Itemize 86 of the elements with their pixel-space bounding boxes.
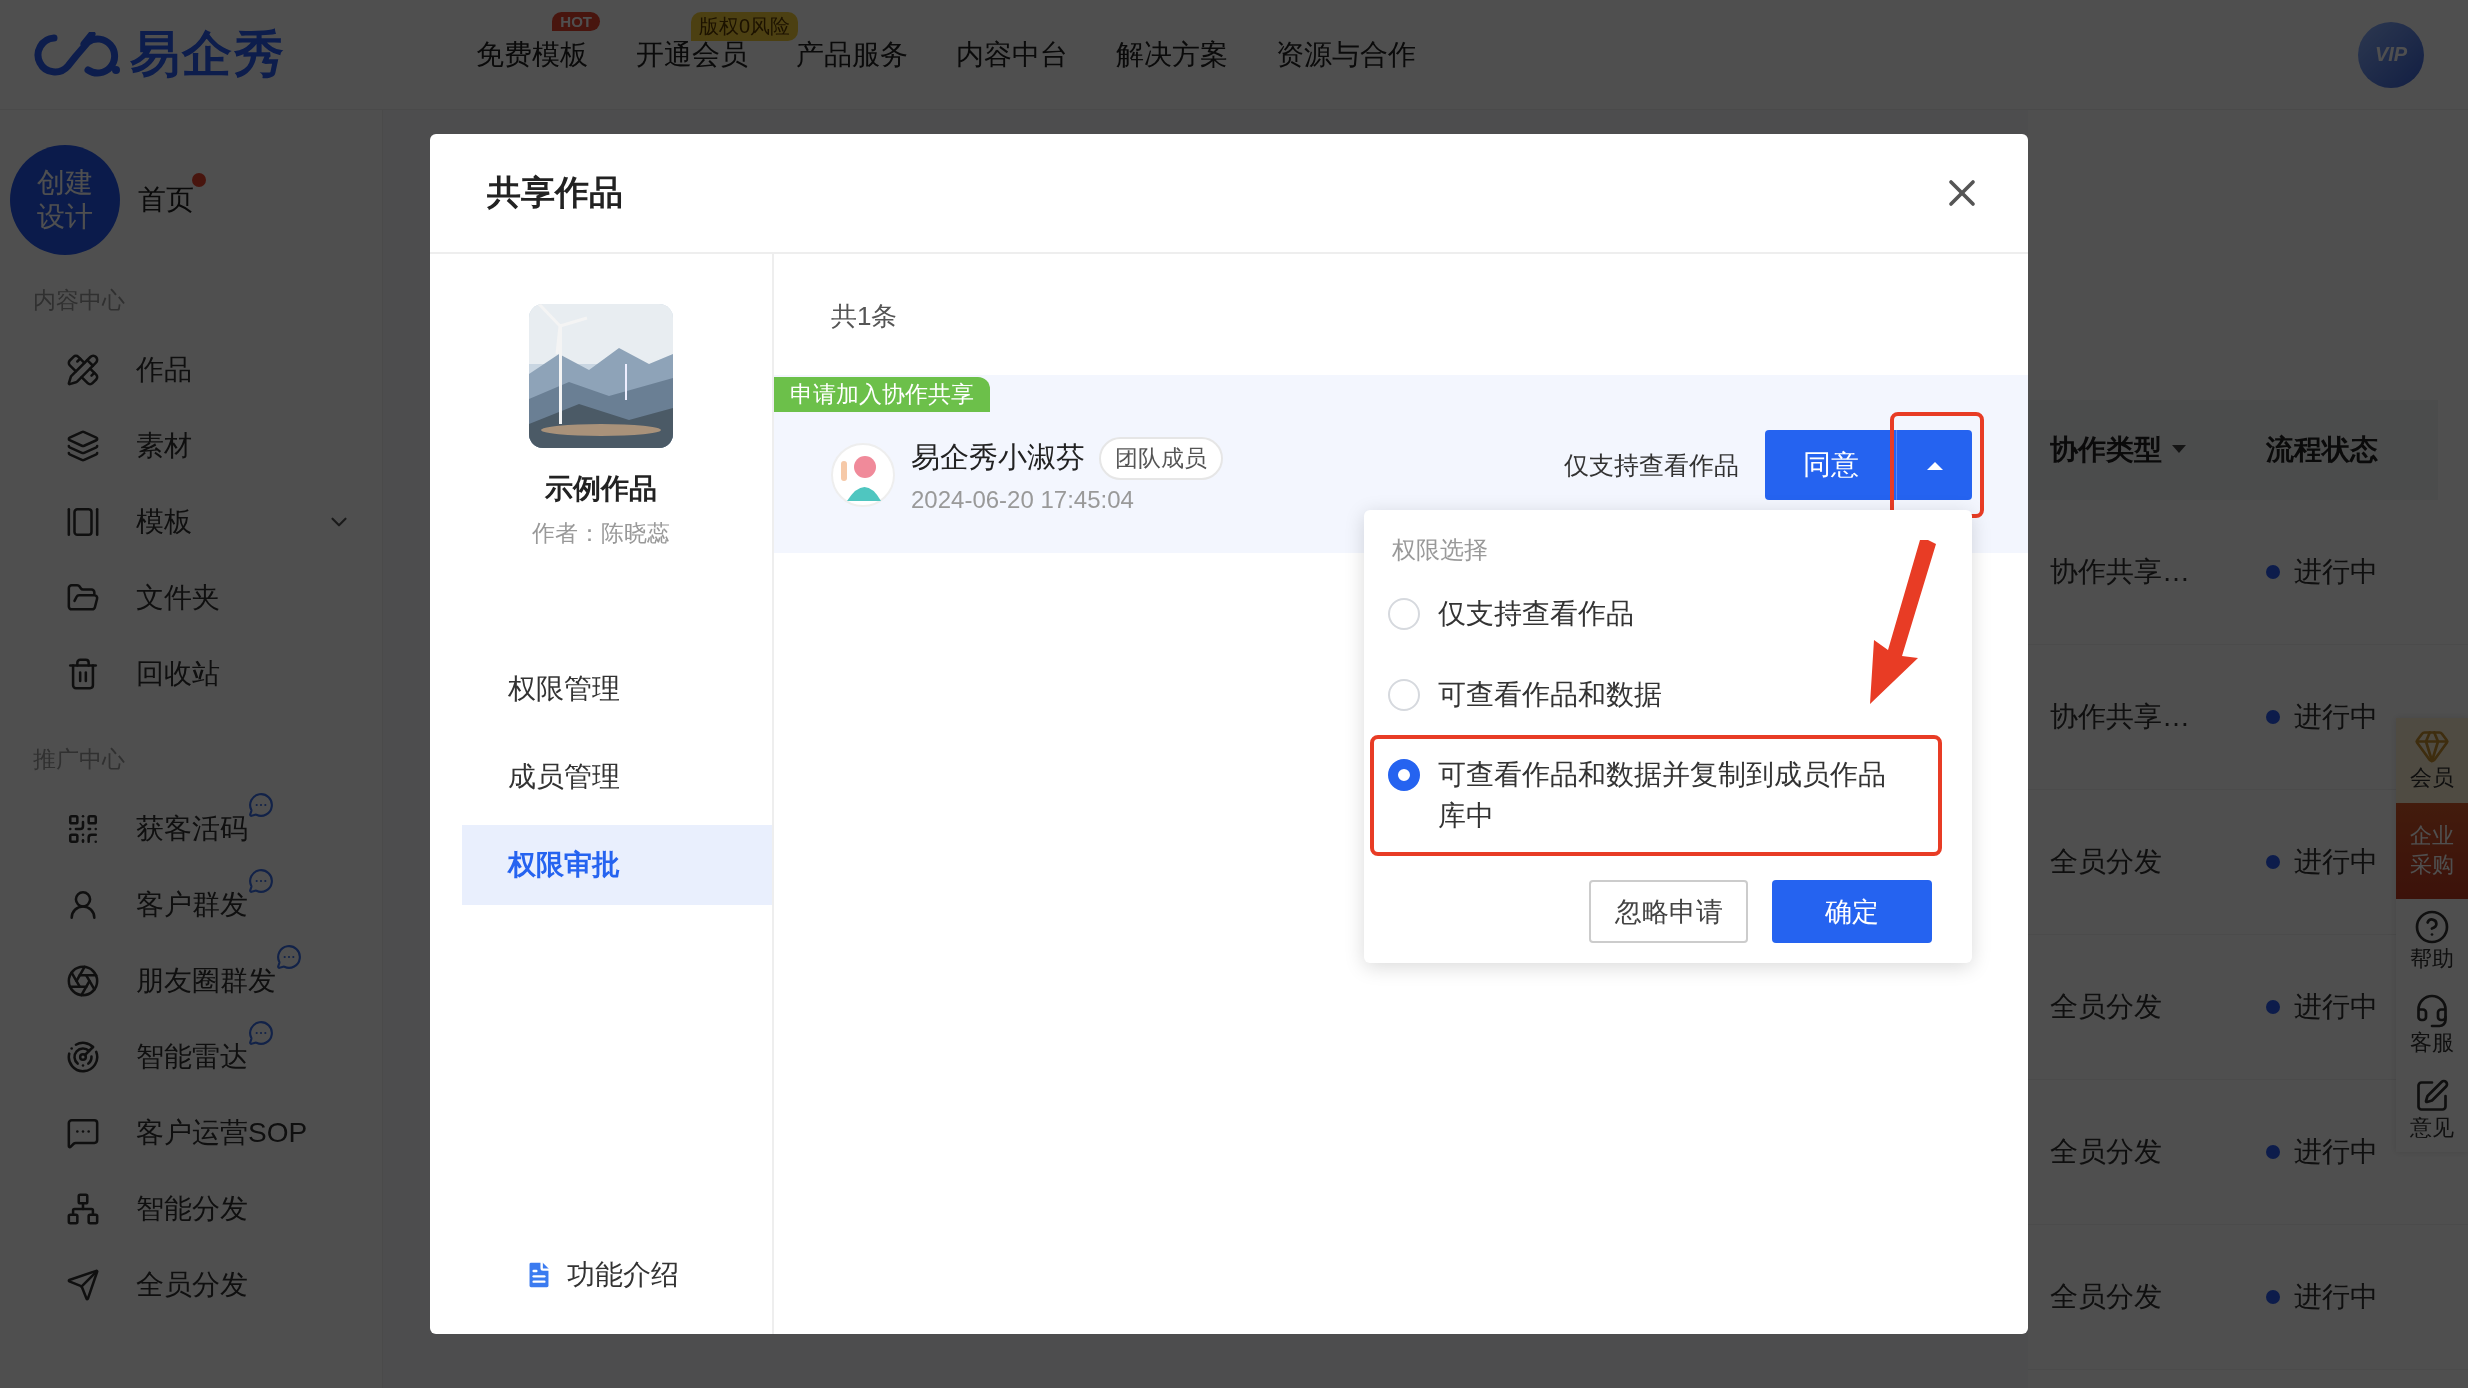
trash-icon	[66, 657, 100, 691]
feature-intro-link[interactable]: 功能介绍	[523, 1256, 679, 1294]
sidebar-item[interactable]: 获客活码	[0, 791, 382, 867]
send-icon	[66, 1268, 100, 1302]
confirm-button[interactable]: 确定	[1772, 880, 1932, 944]
status-dot	[2266, 710, 2280, 724]
dropdown-button[interactable]	[1896, 430, 1972, 500]
author-text: 作者：陈晓蕊	[532, 519, 670, 548]
table-cell-text: 全员分发	[2050, 1280, 2162, 1314]
home-link[interactable]: 首页	[138, 184, 194, 215]
nav-item[interactable]: 资源与合作	[1276, 38, 1416, 70]
sidebar-item[interactable]: 客户群发	[0, 867, 382, 943]
edit-icon	[2414, 1077, 2450, 1114]
toolbar-button[interactable]: 企业 采购	[2396, 802, 2468, 899]
radar-icon	[66, 1040, 100, 1074]
toolbar-button[interactable]: 帮助	[2396, 898, 2468, 984]
radio-button[interactable]	[1388, 759, 1420, 792]
dialog-tab[interactable]: 权限管理	[462, 649, 772, 729]
diamond-icon	[2414, 728, 2450, 764]
nav-item[interactable]: 开通会员	[636, 38, 748, 70]
headset-icon	[2414, 993, 2450, 1030]
status-dot	[2266, 855, 2280, 869]
aperture-icon	[66, 964, 100, 998]
nav-item[interactable]: 内容中台	[956, 38, 1068, 70]
sidebar-item[interactable]: 智能分发	[0, 1171, 382, 1247]
status-text: 进行中	[2294, 555, 2378, 589]
toolbar-button[interactable]: 意见	[2396, 1067, 2468, 1153]
toolbar-button[interactable]: 客服	[2396, 983, 2468, 1068]
status-dot	[2266, 1145, 2280, 1159]
permission-text: 仅支持查看作品	[1564, 449, 1739, 481]
status-text: 进行中	[2294, 1135, 2378, 1169]
sidebar-item[interactable]: 客户运营SOP	[0, 1095, 382, 1171]
table-cell-text: 全员分发	[2050, 990, 2162, 1024]
dialog-tab[interactable]: 权限审批	[462, 825, 772, 905]
status-text: 进行中	[2294, 700, 2378, 734]
table-cell-text: 全员分发	[2050, 1135, 2162, 1169]
menu-title: 权限选择	[1391, 535, 1489, 565]
status-dot	[2266, 1000, 2280, 1014]
radio-option[interactable]: 仅支持查看作品	[1370, 574, 1942, 655]
avatar	[831, 443, 895, 507]
chat-icon	[66, 1116, 100, 1150]
request-time: 2024-06-20 17:45:04	[911, 485, 1135, 514]
dialog-title: 共享作品	[487, 172, 623, 213]
layers-icon	[66, 429, 100, 463]
sidebar-item[interactable]: 文件夹	[0, 560, 382, 636]
pencil-ruler-icon	[66, 353, 100, 387]
qr-code-icon	[66, 812, 100, 846]
nav-badge: HOT	[552, 11, 600, 31]
sidebar-item[interactable]: 素材	[0, 408, 382, 484]
radio-option[interactable]: 可查看作品和数据并复制到成员作品库中	[1370, 735, 1942, 857]
logo-text: 易企秀	[130, 25, 286, 84]
status-dot	[2266, 565, 2280, 579]
nav-item[interactable]: 产品服务	[796, 38, 908, 70]
work-title: 示例作品	[545, 472, 657, 506]
create-button[interactable]: 创建 设计	[10, 145, 120, 255]
column-header[interactable]: 协作类型	[2050, 431, 2162, 469]
toolbar-button[interactable]: 会员	[2396, 718, 2468, 803]
sidebar-item[interactable]: 全员分发	[0, 1247, 382, 1323]
status-dot	[2266, 1290, 2280, 1304]
sidebar-item[interactable]: 回收站	[0, 636, 382, 712]
request-tag: 申请加入协作共享	[774, 377, 990, 412]
sidebar-item[interactable]: 模板	[0, 484, 382, 560]
table-cell-text: 协作共享…	[2050, 555, 2190, 589]
nav-item[interactable]: 解决方案	[1116, 38, 1228, 70]
caret-up-icon	[1926, 460, 1943, 470]
nav-item[interactable]: 免费模板	[476, 38, 588, 70]
sidebar-item[interactable]: 作品	[0, 332, 382, 408]
network-icon	[66, 1192, 100, 1226]
radio-option[interactable]: 可查看作品和数据	[1370, 654, 1942, 736]
table-cell-text: 协作共享…	[2050, 700, 2190, 734]
sidebar-item[interactable]: 朋友圈群发	[0, 943, 382, 1019]
status-text: 进行中	[2294, 1280, 2378, 1314]
sort-caret-icon[interactable]	[2172, 445, 2186, 455]
user-name: 易企秀小淑芬	[911, 440, 1085, 475]
panels-icon	[66, 505, 100, 539]
status-text: 进行中	[2294, 845, 2378, 879]
column-header[interactable]: 流程状态	[2266, 431, 2378, 469]
dialog-tab[interactable]: 成员管理	[462, 737, 772, 817]
ignore-button[interactable]: 忽略申请	[1589, 880, 1748, 944]
count-text: 共1条	[830, 300, 899, 333]
agree-button[interactable]: 同意	[1765, 430, 1896, 500]
status-text: 进行中	[2294, 990, 2378, 1024]
sidebar-item[interactable]: 智能雷达	[0, 1019, 382, 1095]
table-cell-text: 全员分发	[2050, 845, 2162, 879]
role-tag: 团队成员	[1099, 436, 1223, 480]
help-icon	[2414, 908, 2450, 945]
